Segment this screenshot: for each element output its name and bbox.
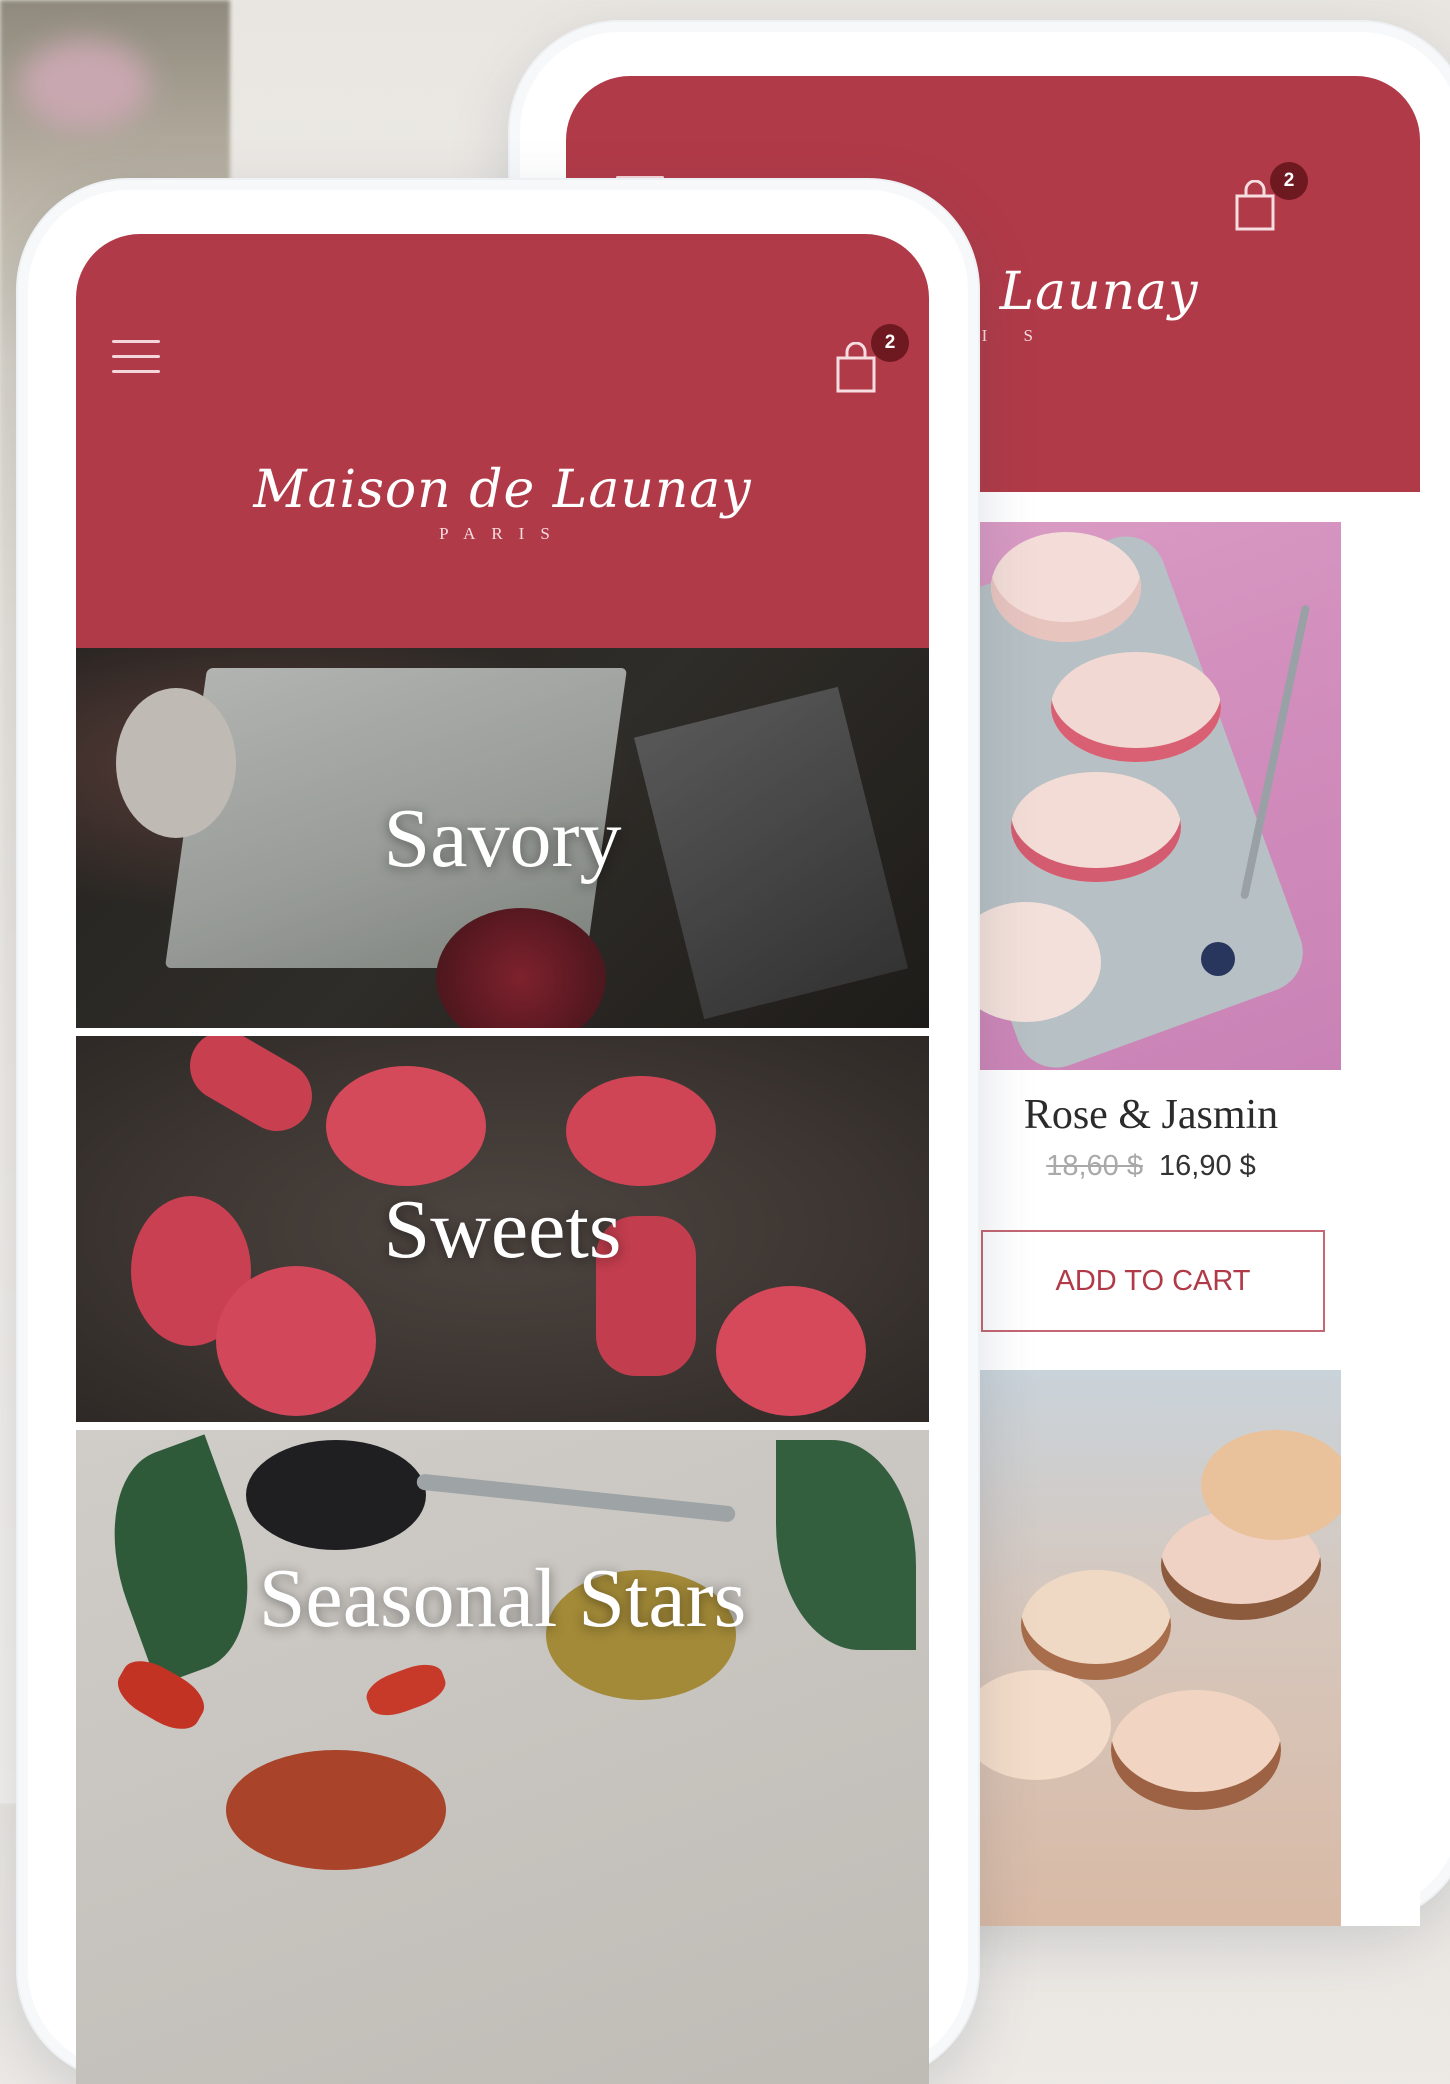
cart-count-badge: 2	[871, 324, 909, 362]
spoon-handle-shape	[416, 1473, 736, 1523]
leaf-shape	[776, 1440, 916, 1650]
phone-frame-home: 2 Maison de Launay PARIS Savory Sweets S…	[18, 180, 978, 2084]
hamburger-menu-icon[interactable]	[112, 340, 160, 374]
brand-city: R I S	[934, 326, 1049, 345]
cart-count-badge: 2	[1270, 162, 1308, 200]
macaron-shape	[716, 1286, 866, 1416]
macaron-shape	[1011, 772, 1181, 882]
category-label: Sweets	[383, 1182, 622, 1276]
product-image[interactable]	[961, 1370, 1341, 1926]
macaron-shape	[326, 1066, 486, 1186]
fork-shape	[1239, 604, 1311, 900]
add-to-cart-button[interactable]: ADD TO CART	[981, 1230, 1325, 1332]
blueberry-shape	[1201, 942, 1235, 976]
macaron-shape	[1111, 1690, 1281, 1810]
spice-spoon-shape	[246, 1440, 426, 1550]
sale-price: 16,90 $	[1159, 1150, 1256, 1182]
spice-bowl-shape	[226, 1750, 446, 1870]
cart-button[interactable]: 2	[1234, 162, 1308, 236]
product-name[interactable]: Rose & Jasmin	[961, 1091, 1341, 1139]
chili-shape	[361, 1657, 451, 1723]
home-screen: 2 Maison de Launay PARIS Savory Sweets S…	[76, 234, 929, 2084]
product-image[interactable]	[961, 522, 1341, 1070]
macaron-shape	[566, 1076, 716, 1186]
macaron-shape	[216, 1266, 376, 1416]
macaron-shape	[1051, 652, 1221, 762]
brand-name: Maison de Launay	[253, 460, 752, 520]
cart-button[interactable]: 2	[835, 324, 909, 398]
category-label: Savory	[383, 791, 622, 885]
original-price: 18,60 $	[1046, 1150, 1143, 1182]
app-header: 2 Maison de Launay PARIS	[76, 234, 929, 648]
macaron-shape	[991, 532, 1141, 642]
category-label: Seasonal Stars	[258, 1552, 747, 1645]
category-tile-seasonal-stars[interactable]: Seasonal Stars	[76, 1430, 929, 2084]
category-tile-sweets[interactable]: Sweets	[76, 1036, 929, 1422]
brand-logo: Maison de Launay PARIS	[176, 460, 829, 544]
macaron-shape	[177, 1036, 325, 1144]
shopping-bag-icon	[1235, 180, 1275, 231]
macaron-shape	[961, 1670, 1111, 1780]
macaron-shape	[1021, 1570, 1171, 1680]
leaf-shape	[82, 1434, 280, 1686]
shopping-bag-icon	[836, 342, 876, 393]
category-tile-savory[interactable]: Savory	[76, 648, 929, 1028]
brand-city: PARIS	[439, 524, 566, 543]
brand-logo: de Launay R I S	[916, 262, 1396, 346]
background-blob	[20, 40, 150, 130]
product-price: 18,60 $ 16,90 $	[961, 1150, 1341, 1183]
macaron-shape	[1201, 1430, 1341, 1540]
brand-name: de Launay	[916, 262, 1199, 322]
